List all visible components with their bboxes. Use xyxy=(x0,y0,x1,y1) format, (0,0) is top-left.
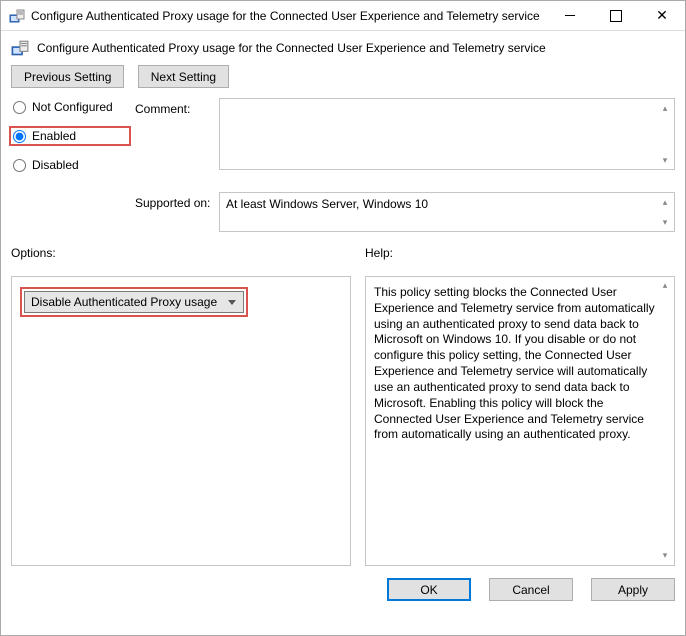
radio-not-configured-label: Not Configured xyxy=(32,100,113,114)
radio-not-configured[interactable]: Not Configured xyxy=(11,100,131,114)
lower-panels: Options: Disable Authenticated Proxy usa… xyxy=(1,232,685,566)
radio-enabled[interactable]: Enabled xyxy=(9,126,131,146)
help-column: Help: This policy setting blocks the Con… xyxy=(365,246,675,566)
header-title: Configure Authenticated Proxy usage for … xyxy=(37,41,546,55)
policy-icon xyxy=(9,8,25,24)
minimize-button[interactable] xyxy=(547,1,593,31)
radio-enabled-label: Enabled xyxy=(32,129,76,143)
options-label: Options: xyxy=(11,246,351,260)
comment-label: Comment: xyxy=(135,98,215,116)
footer-buttons: OK Cancel Apply xyxy=(1,566,685,611)
close-button[interactable]: ✕ xyxy=(639,1,685,31)
scroll-up-icon[interactable]: ▴ xyxy=(658,101,672,115)
radio-disabled-label: Disabled xyxy=(32,158,79,172)
scroll-up-icon[interactable]: ▴ xyxy=(658,279,672,293)
help-panel: This policy setting blocks the Connected… xyxy=(365,276,675,566)
comment-textarea[interactable]: ▴ ▾ xyxy=(219,98,675,170)
help-label: Help: xyxy=(365,246,675,260)
supported-textarea: At least Windows Server, Windows 10 ▴ ▾ xyxy=(219,192,675,232)
policy-icon xyxy=(11,39,29,57)
nav-row: Previous Setting Next Setting xyxy=(1,63,685,98)
cancel-button[interactable]: Cancel xyxy=(489,578,573,601)
options-dropdown-highlight: Disable Authenticated Proxy usage xyxy=(20,287,248,317)
scroll-down-icon[interactable]: ▾ xyxy=(658,153,672,167)
apply-button[interactable]: Apply xyxy=(591,578,675,601)
proxy-usage-selected: Disable Authenticated Proxy usage xyxy=(31,295,217,309)
ok-button[interactable]: OK xyxy=(387,578,471,601)
radio-disabled-input[interactable] xyxy=(13,159,26,172)
radio-not-configured-input[interactable] xyxy=(13,101,26,114)
title-bar: Configure Authenticated Proxy usage for … xyxy=(1,1,685,31)
scroll-up-icon[interactable]: ▴ xyxy=(658,195,672,209)
header: Configure Authenticated Proxy usage for … xyxy=(1,31,685,63)
radio-disabled[interactable]: Disabled xyxy=(11,158,131,172)
help-text: This policy setting blocks the Connected… xyxy=(374,285,655,441)
maximize-button[interactable] xyxy=(593,1,639,31)
supported-text: At least Windows Server, Windows 10 xyxy=(226,197,428,211)
window-controls: ✕ xyxy=(547,1,685,31)
proxy-usage-dropdown[interactable]: Disable Authenticated Proxy usage xyxy=(24,291,244,313)
options-panel: Disable Authenticated Proxy usage xyxy=(11,276,351,566)
scroll-down-icon[interactable]: ▾ xyxy=(658,215,672,229)
supported-label: Supported on: xyxy=(135,184,215,210)
radio-enabled-input[interactable] xyxy=(13,130,26,143)
state-radios: Not Configured Enabled Disabled xyxy=(11,98,131,184)
settings-grid: Not Configured Enabled Disabled Comment:… xyxy=(1,98,685,232)
scroll-down-icon[interactable]: ▾ xyxy=(658,549,672,563)
options-column: Options: Disable Authenticated Proxy usa… xyxy=(11,246,351,566)
next-setting-button[interactable]: Next Setting xyxy=(138,65,229,88)
previous-setting-button[interactable]: Previous Setting xyxy=(11,65,124,88)
window-title: Configure Authenticated Proxy usage for … xyxy=(31,9,547,23)
